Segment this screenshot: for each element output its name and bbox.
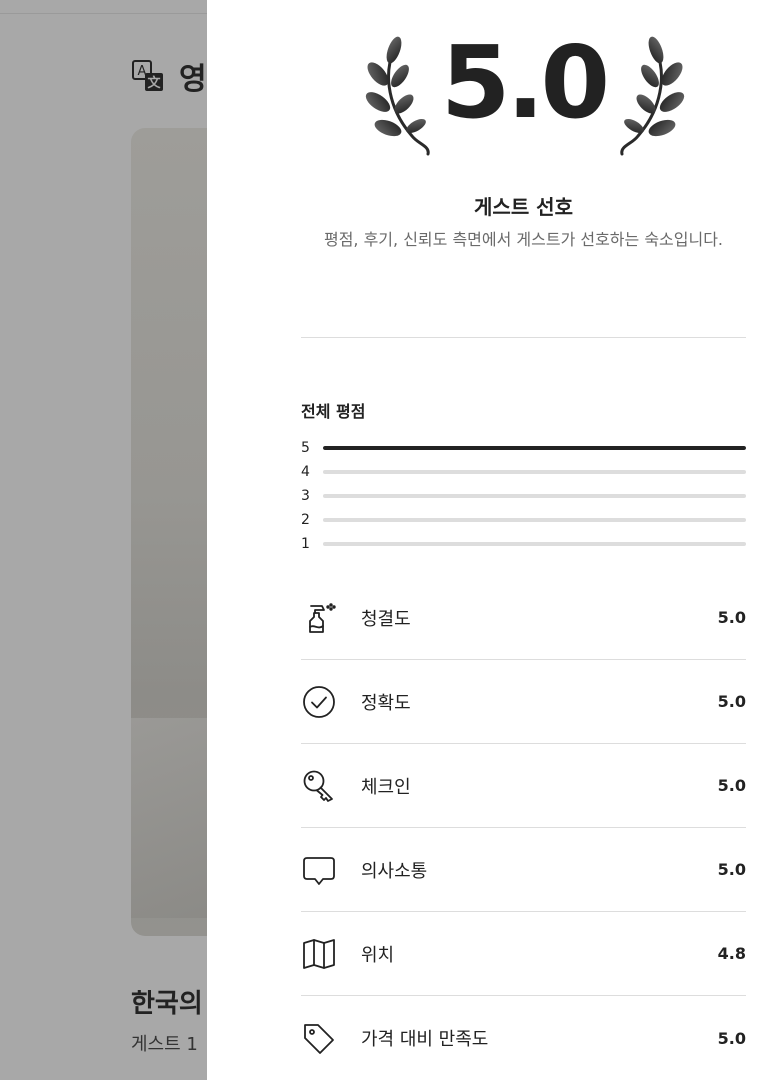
category-score: 5.0: [717, 1028, 746, 1048]
rating-distribution-row: 2: [301, 508, 746, 532]
rating-bar-fill: [323, 446, 746, 450]
category-row-location: 위치 4.8: [301, 912, 746, 996]
map-icon: [301, 936, 337, 972]
overall-rating-title: 전체 평점: [301, 402, 366, 421]
category-row-accuracy: 정확도 5.0: [301, 660, 746, 744]
rating-star-label: 2: [301, 512, 310, 528]
category-label: 체크인: [361, 776, 411, 798]
category-row-value: 가격 대비 만족도 5.0: [301, 996, 746, 1080]
key-icon: [301, 768, 337, 804]
rating-bar-track: [323, 470, 746, 474]
category-score: 5.0: [717, 692, 746, 711]
laurel-right-icon: [620, 36, 685, 156]
category-row-checkin: 체크인 5.0: [301, 744, 746, 828]
rating-star-label: 5: [301, 440, 310, 456]
category-label: 청결도: [361, 608, 411, 630]
rating-bar-track: [323, 494, 746, 498]
category-row-cleanliness: 청결도 5.0: [301, 576, 746, 660]
category-label: 정확도: [361, 692, 411, 714]
reviews-content: 5.0 게스트 선호 평점, 후기, 신뢰도 측면에서 게스트가 선호하는 숙소…: [301, 0, 746, 1080]
listing-title: 한국의: [131, 989, 203, 1019]
category-row-communication: 의사소통 5.0: [301, 828, 746, 912]
translate-icon: A 文: [132, 60, 163, 91]
chat-bubble-icon: [301, 852, 337, 888]
svg-text:文: 文: [147, 75, 161, 91]
section-divider: [301, 337, 746, 338]
rating-distribution-row: 3: [301, 484, 746, 508]
translation-label: 영: [179, 62, 207, 97]
category-label: 가격 대비 만족도: [361, 1029, 489, 1050]
rating-star-label: 4: [301, 464, 310, 480]
rating-distribution: 5 4 3 2 1: [301, 436, 746, 556]
category-score: 5.0: [717, 608, 746, 627]
rating-distribution-row: 4: [301, 460, 746, 484]
category-score: 5.0: [717, 776, 746, 795]
guest-favorite-description: 평점, 후기, 신뢰도 측면에서 게스트가 선호하는 숙소입니다.: [323, 230, 724, 249]
guest-favorite-title: 게스트 선호: [474, 195, 573, 219]
rating-distribution-row: 1: [301, 532, 746, 556]
guest-favorite-header: 5.0 게스트 선호 평점, 후기, 신뢰도 측면에서 게스트가 선호하는 숙소…: [301, 0, 746, 290]
rating-bar-track: [323, 542, 746, 546]
category-ratings: 청결도 5.0 정확도 5.0 체크인 5.0 의사소통 5.0 위치 4.8 …: [301, 576, 746, 1080]
translation-notice: A 文 영: [131, 54, 207, 98]
rating-star-label: 3: [301, 488, 310, 504]
rating-distribution-row: 5: [301, 436, 746, 460]
category-score: 4.8: [717, 944, 746, 963]
reviews-modal: 5.0 게스트 선호 평점, 후기, 신뢰도 측면에서 게스트가 선호하는 숙소…: [207, 0, 771, 1080]
price-tag-icon: [301, 1020, 337, 1056]
check-circle-icon: [301, 684, 337, 720]
spray-bottle-icon: [301, 600, 337, 636]
category-label: 의사소통: [361, 860, 428, 882]
listing-subtitle: 게스트 1: [131, 1034, 198, 1055]
rating-bar-track: [323, 446, 746, 450]
category-label: 위치: [361, 944, 395, 966]
rating-star-label: 1: [301, 536, 310, 552]
background-divider: [0, 13, 207, 14]
rating-bar-track: [323, 518, 746, 522]
category-score: 5.0: [717, 860, 746, 879]
